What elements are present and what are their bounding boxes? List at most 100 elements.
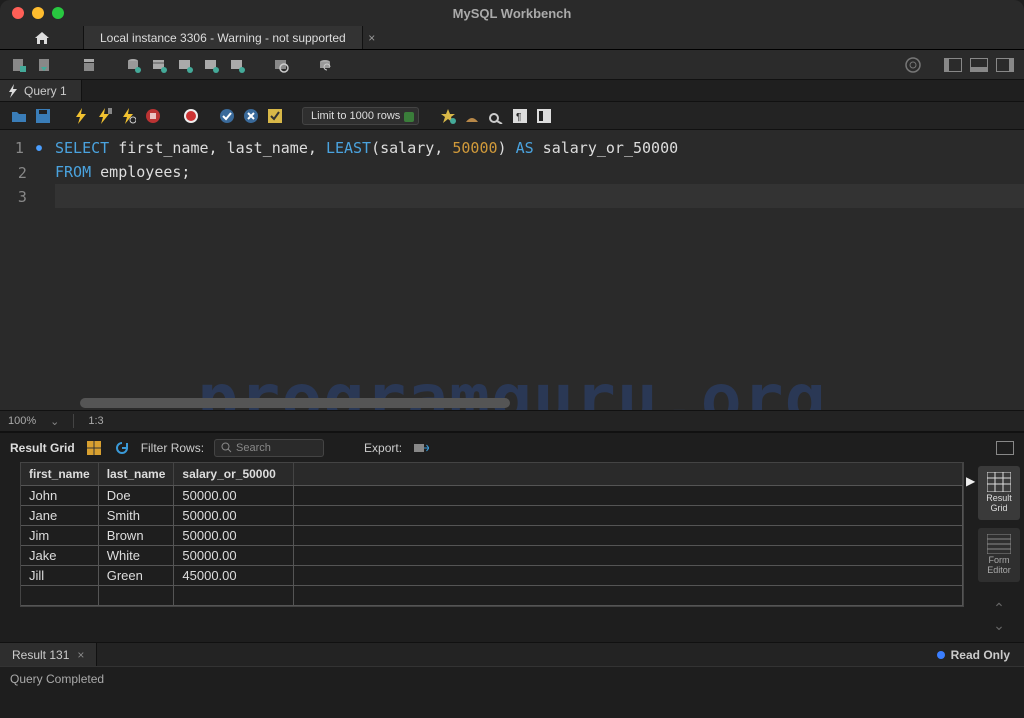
- search-placeholder: Search: [236, 442, 271, 454]
- table-cell[interactable]: Brown: [98, 526, 174, 546]
- query-tab[interactable]: Query 1: [0, 80, 82, 101]
- result-grid-view-label: Result Grid: [980, 494, 1018, 514]
- cursor-position: 1:3: [88, 415, 103, 427]
- connection-tab-close[interactable]: ×: [363, 26, 381, 49]
- limit-rows-select[interactable]: Limit to 1000 rows: [302, 107, 419, 125]
- column-header[interactable]: salary_or_50000: [174, 463, 294, 486]
- create-view-icon[interactable]: [174, 55, 196, 75]
- stop-icon[interactable]: [144, 107, 162, 125]
- column-header[interactable]: last_name: [98, 463, 174, 486]
- column-header[interactable]: first_name: [21, 463, 98, 486]
- table-cell[interactable]: Jane: [21, 506, 98, 526]
- open-file-icon[interactable]: [10, 107, 28, 125]
- create-table-icon[interactable]: [148, 55, 170, 75]
- editor-gutter: 1 • 2 3: [0, 130, 55, 410]
- home-tab[interactable]: [0, 26, 84, 49]
- table-cell-blank: [294, 486, 963, 506]
- table-cell[interactable]: Jim: [21, 526, 98, 546]
- autocommit-icon[interactable]: [266, 107, 284, 125]
- query-tab-row: Query 1: [0, 80, 1024, 102]
- invisible-chars-icon[interactable]: [487, 107, 505, 125]
- execute-icon[interactable]: [72, 107, 90, 125]
- find-icon[interactable]: [463, 107, 481, 125]
- lightning-icon: [8, 84, 18, 98]
- horizontal-scrollbar[interactable]: [80, 398, 510, 408]
- execute-current-icon[interactable]: [96, 107, 114, 125]
- rollback-icon[interactable]: [242, 107, 260, 125]
- result-grid-view-button[interactable]: Result Grid: [978, 466, 1020, 520]
- readonly-dot-icon: [937, 651, 945, 659]
- create-procedure-icon[interactable]: [200, 55, 222, 75]
- explain-icon[interactable]: [120, 107, 138, 125]
- table-cell[interactable]: Jake: [21, 546, 98, 566]
- new-sql-tab-icon[interactable]: [8, 55, 30, 75]
- result-view-buttons: ▶ Result Grid Form Editor ⌃⌄: [974, 462, 1024, 642]
- editor-code[interactable]: SELECT first_name, last_name, LEAST(sala…: [55, 130, 1024, 410]
- no-limit-icon[interactable]: [182, 107, 200, 125]
- table-row[interactable]: JimBrown50000.00: [21, 526, 963, 546]
- editor-status-row: 100% ⌄ 1:3: [0, 410, 1024, 432]
- search-icon: [221, 442, 232, 453]
- table-cell-blank: [294, 526, 963, 546]
- settings-icon[interactable]: [902, 55, 924, 75]
- connection-tab-label: Local instance 3306 - Warning - not supp…: [100, 31, 346, 45]
- table-row[interactable]: JohnDoe50000.00: [21, 486, 963, 506]
- table-row-empty: [21, 586, 963, 606]
- table-cell[interactable]: Doe: [98, 486, 174, 506]
- table-cell[interactable]: 50000.00: [174, 486, 294, 506]
- export-icon[interactable]: [412, 439, 430, 457]
- panel-left-icon[interactable]: [942, 55, 964, 75]
- create-schema-icon[interactable]: [122, 55, 144, 75]
- result-table[interactable]: first_name last_name salary_or_50000 Joh…: [21, 463, 963, 606]
- table-cell[interactable]: 45000.00: [174, 566, 294, 586]
- refresh-icon[interactable]: [113, 439, 131, 457]
- filter-rows-label: Filter Rows:: [141, 441, 204, 455]
- connection-tab-row: Local instance 3306 - Warning - not supp…: [0, 26, 1024, 50]
- table-row[interactable]: JaneSmith50000.00: [21, 506, 963, 526]
- table-cell-blank: [294, 546, 963, 566]
- form-editor-view-button[interactable]: Form Editor: [978, 528, 1020, 582]
- table-row[interactable]: JakeWhite50000.00: [21, 546, 963, 566]
- table-cell[interactable]: 50000.00: [174, 546, 294, 566]
- table-cell[interactable]: John: [21, 486, 98, 506]
- result-panel-toggle-icon[interactable]: [996, 439, 1014, 457]
- result-grid-label: Result Grid: [10, 441, 75, 455]
- filter-search-input[interactable]: Search: [214, 439, 324, 457]
- connection-tab[interactable]: Local instance 3306 - Warning - not supp…: [84, 26, 363, 49]
- window-title: MySQL Workbench: [0, 6, 1024, 21]
- status-text: Query Completed: [10, 672, 104, 686]
- open-sql-file-icon[interactable]: [34, 55, 56, 75]
- query-tab-label: Query 1: [24, 84, 67, 98]
- table-cell[interactable]: White: [98, 546, 174, 566]
- scroll-updown-icon[interactable]: ⌃⌄: [978, 596, 1020, 638]
- wrap-icon[interactable]: ¶: [511, 107, 529, 125]
- snippet-icon[interactable]: [535, 107, 553, 125]
- commit-icon[interactable]: [218, 107, 236, 125]
- table-cell[interactable]: 50000.00: [174, 506, 294, 526]
- panel-right-icon[interactable]: [994, 55, 1016, 75]
- editor-toolbar: Limit to 1000 rows ¶: [0, 102, 1024, 130]
- sql-editor[interactable]: 1 • 2 3 SELECT first_name, last_name, LE…: [0, 130, 1024, 410]
- beautify-icon[interactable]: [439, 107, 457, 125]
- table-cell[interactable]: Green: [98, 566, 174, 586]
- table-cell[interactable]: Smith: [98, 506, 174, 526]
- result-tab[interactable]: Result 131 ×: [0, 643, 97, 666]
- limit-rows-label: Limit to 1000 rows: [311, 110, 400, 122]
- create-function-icon[interactable]: [226, 55, 248, 75]
- grid-view-icon: [987, 472, 1011, 492]
- svg-text:¶: ¶: [516, 112, 521, 123]
- table-cell[interactable]: Jill: [21, 566, 98, 586]
- table-row[interactable]: JillGreen45000.00: [21, 566, 963, 586]
- result-grid-icon[interactable]: [85, 439, 103, 457]
- save-file-icon[interactable]: [34, 107, 52, 125]
- table-cell[interactable]: 50000.00: [174, 526, 294, 546]
- zoom-level[interactable]: 100%: [8, 415, 36, 427]
- reconnect-icon[interactable]: [314, 55, 336, 75]
- search-table-icon[interactable]: [270, 55, 292, 75]
- panel-bottom-icon[interactable]: [968, 55, 990, 75]
- side-expand-caret[interactable]: ▶: [966, 474, 975, 488]
- inspector-icon[interactable]: [78, 55, 100, 75]
- form-editor-view-label: Form Editor: [980, 556, 1018, 576]
- zoom-caret-icon[interactable]: ⌄: [50, 415, 59, 428]
- result-tab-close[interactable]: ×: [77, 648, 84, 662]
